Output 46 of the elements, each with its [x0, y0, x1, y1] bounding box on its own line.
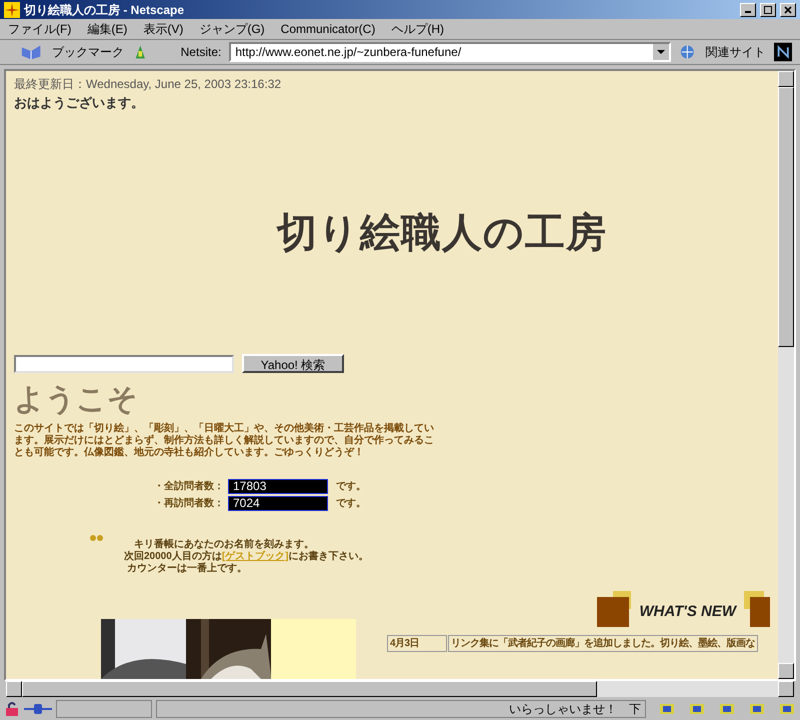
kiriban-text: にお書き下さい。 — [288, 551, 368, 564]
kiriban-text: 次回20000人目の方は — [124, 551, 222, 562]
dropdown-icon[interactable] — [653, 44, 670, 60]
netscape-logo-icon[interactable] — [774, 42, 792, 62]
connection-icon — [24, 703, 52, 716]
dots-icon — [90, 535, 104, 542]
menu-item[interactable]: 表示(V) — [143, 20, 184, 38]
welcome-heading: ようこそ — [14, 385, 139, 416]
related-sites-button[interactable]: 関連サイト — [706, 43, 766, 62]
maximize-icon — [764, 6, 772, 14]
kiriban-text: キリ番帳にあなたのお名前を刻みます。 — [134, 539, 315, 550]
bookmarks-button[interactable]: ブックマーク — [52, 43, 124, 62]
site-logo: 切り絵職人の工房 — [277, 210, 607, 257]
menu-item[interactable]: ジャンプ(G) — [199, 20, 265, 38]
lock-icon — [4, 701, 20, 718]
search-field[interactable] — [14, 354, 234, 373]
counter-value: 7024 — [228, 496, 328, 512]
yahoo-search-button[interactable]: Yahoo! 検索 — [242, 354, 344, 374]
minimize-button[interactable] — [740, 2, 756, 17]
greeting: おはようございます。 — [14, 94, 145, 112]
last-updated: 最終更新日：Wednesday, June 25, 2003 23:16:32 — [14, 76, 282, 94]
news-date: 4月3日 — [387, 635, 447, 652]
counter-value: 17803 — [228, 479, 328, 494]
news-text: リンク集に「武者紀子の画廊」を追加しました。切り絵、墨絵、版画な — [448, 635, 758, 652]
horizontal-scrollbar[interactable] — [6, 681, 794, 697]
counter-suffix: です。 — [336, 497, 366, 512]
menu-item[interactable]: Communicator(C) — [280, 20, 376, 38]
url-field[interactable]: http://www.eonet.ne.jp/~zunbera-funefune/ — [229, 42, 672, 62]
menu-item[interactable]: ファイル(F) — [8, 20, 72, 38]
burst-icon — [4, 2, 20, 18]
close-icon — [784, 6, 792, 14]
intro-paragraph: このサイトでは「切り絵」、「彫刻」、「日曜大工」や、その他美術・工芸作品を掲載しています。展示だけにはとどまらず、制作方法も詳しく解説していますので、自分で作ってみることも可能です。仏像図鑑、地元の寺社も紹介しています。ごゆっくりどうぞ！ — [14, 423, 434, 460]
location-label: Netsite: — [180, 44, 222, 62]
whats-new-heading: WHAT'S NEW — [639, 602, 736, 622]
menu-item[interactable]: ヘルプ(H) — [391, 20, 444, 38]
counter-label: ・再訪問者数： — [154, 496, 224, 512]
minimize-icon — [745, 11, 751, 14]
counter-suffix: です。 — [336, 480, 366, 494]
menu-item[interactable]: 編集(E) — [87, 20, 128, 38]
close-button[interactable] — [780, 2, 796, 17]
status-message: いらっしゃいませ！ 下 — [509, 701, 641, 718]
kiriban-text: カウンターは一番上です。 — [127, 563, 248, 576]
counter-label: ・全訪問者数： — [154, 479, 224, 494]
maximize-button[interactable] — [760, 2, 776, 17]
window-title: 切り絵職人の工房 - Netscape — [24, 2, 186, 19]
vertical-scrollbar[interactable] — [778, 71, 794, 680]
